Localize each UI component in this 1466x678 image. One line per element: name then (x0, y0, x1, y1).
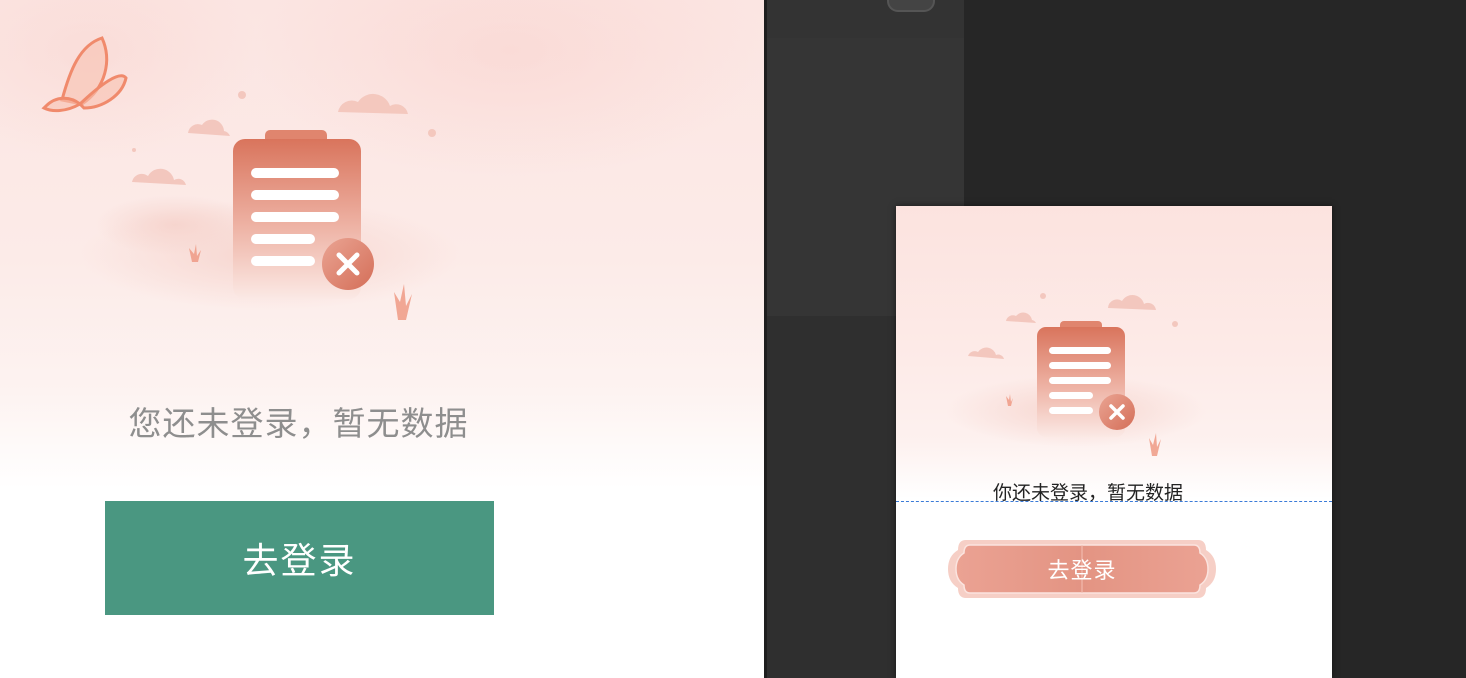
design-artboard: 你还未登录，暂无数据 去登录 (896, 206, 1332, 678)
mobile-empty-state-screen: 您还未登录，暂无数据 去登录 (0, 0, 767, 678)
editor-toolbar-strip (767, 0, 964, 39)
go-login-button[interactable]: 去登录 (105, 501, 494, 615)
go-login-button[interactable]: 去登录 (948, 536, 1216, 602)
close-icon (1099, 394, 1135, 430)
butterfly-icon (41, 36, 128, 113)
toggle-icon[interactable] (887, 0, 935, 12)
go-login-label: 去登录 (1047, 559, 1117, 584)
empty-state-illustration (946, 293, 1206, 456)
empty-state-illustration (41, 36, 460, 320)
guide-line (896, 501, 1332, 502)
close-icon (322, 238, 374, 290)
empty-state-message: 您还未登录，暂无数据 (128, 404, 469, 443)
